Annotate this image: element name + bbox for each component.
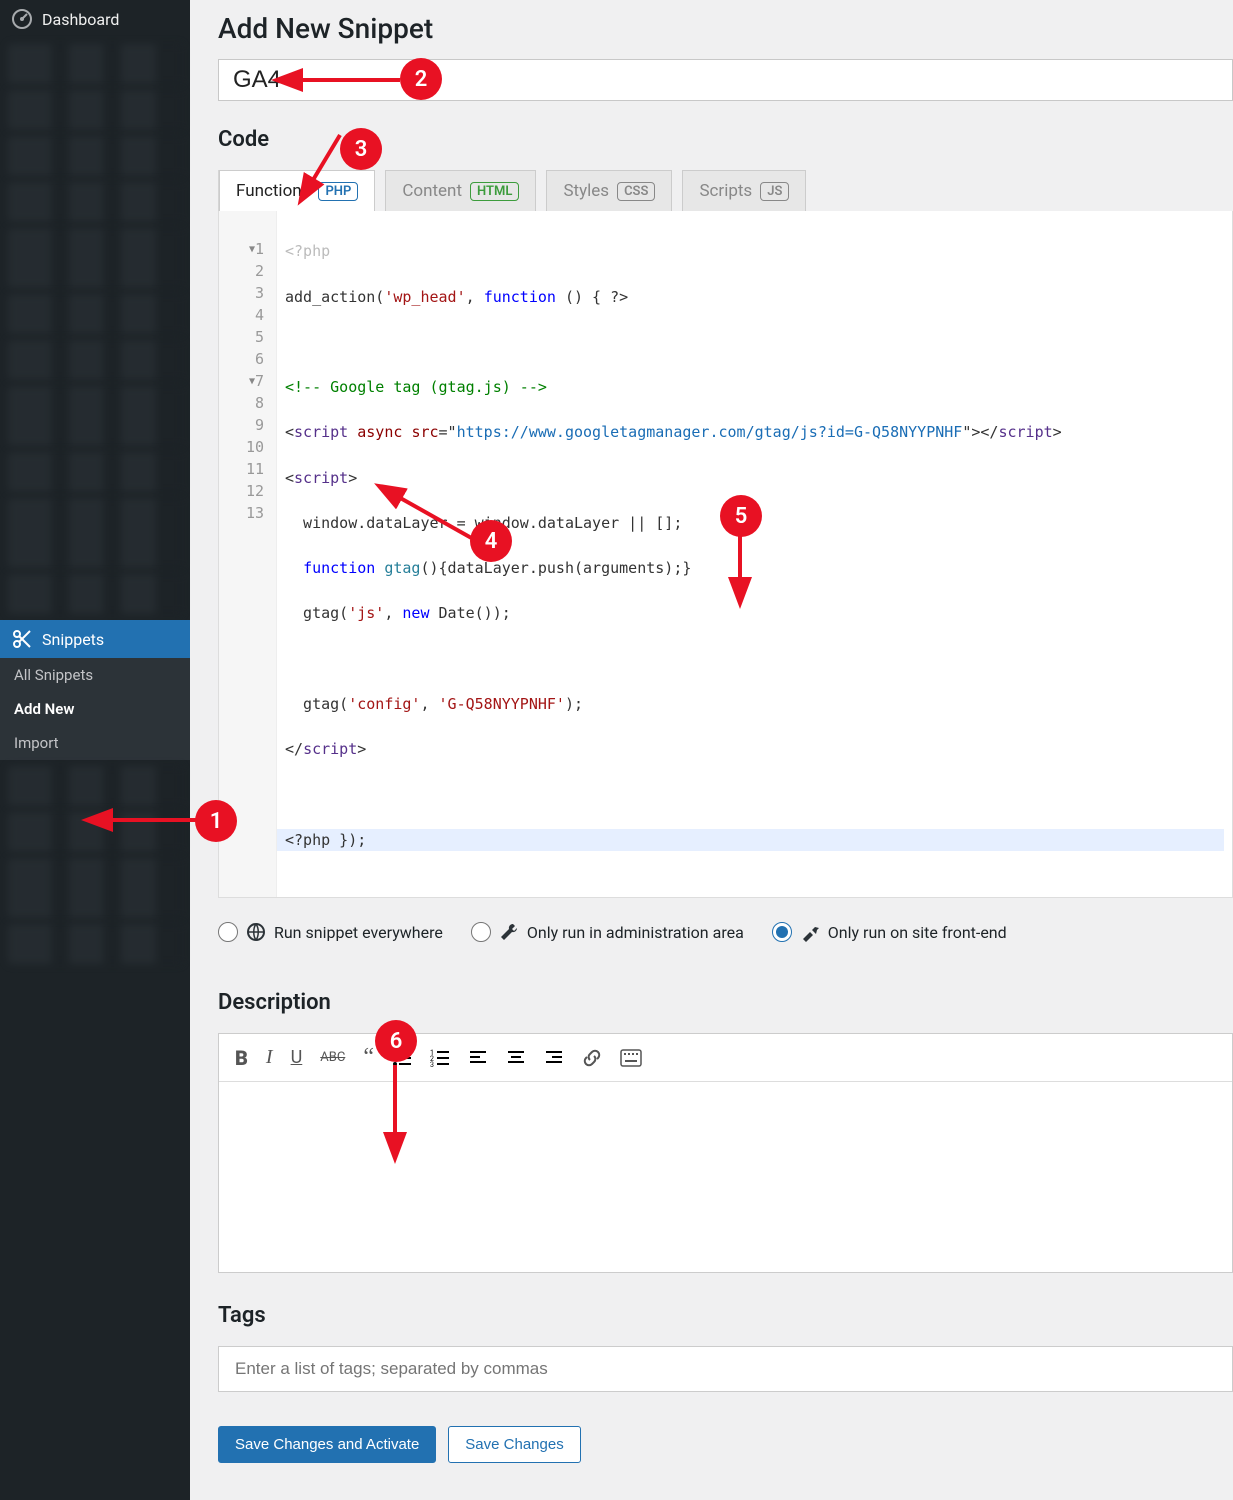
blurred-nav-item xyxy=(8,498,182,568)
tags-input-wrap xyxy=(218,1346,1233,1392)
align-right-icon[interactable] xyxy=(544,1048,564,1068)
submenu-all-snippets[interactable]: All Snippets xyxy=(0,658,190,692)
scope-options: Run snippet everywhere Only run in admin… xyxy=(218,898,1233,950)
nav-snippets[interactable]: Snippets xyxy=(0,620,190,658)
snippets-submenu: All Snippets Add New Import xyxy=(0,658,190,760)
wrench-icon xyxy=(499,922,519,942)
tab-styles[interactable]: Styles CSS xyxy=(546,170,672,211)
link-icon[interactable] xyxy=(582,1048,602,1068)
tab-styles-label: Styles xyxy=(563,181,609,201)
quote-icon[interactable]: “ xyxy=(363,1044,374,1071)
page-title: Add New Snippet xyxy=(218,12,1233,45)
scissors-icon xyxy=(12,629,32,649)
nav-dashboard[interactable]: Dashboard xyxy=(0,0,190,38)
scope-admin-radio[interactable] xyxy=(471,922,491,942)
submenu-add-new[interactable]: Add New xyxy=(0,692,190,726)
html-badge: HTML xyxy=(470,182,519,201)
scope-everywhere-radio[interactable] xyxy=(218,922,238,942)
tags-input[interactable] xyxy=(235,1359,1216,1379)
tags-heading: Tags xyxy=(218,1303,1233,1328)
blurred-nav-item xyxy=(8,812,182,852)
svg-text:3: 3 xyxy=(430,1061,434,1068)
code-type-tabs: Functions PHP Content HTML Styles CSS Sc… xyxy=(218,170,1233,211)
strikethrough-icon[interactable]: ABC xyxy=(320,1050,345,1065)
nav-dashboard-label: Dashboard xyxy=(42,10,119,29)
tab-scripts-label: Scripts xyxy=(699,181,752,201)
scope-frontend[interactable]: Only run on site front-end xyxy=(772,922,1007,942)
code-heading: Code xyxy=(218,127,1233,152)
scope-everywhere-label: Run snippet everywhere xyxy=(274,923,443,942)
align-left-icon[interactable] xyxy=(468,1048,488,1068)
numbered-list-icon[interactable]: 123 xyxy=(430,1048,450,1068)
blurred-nav-item xyxy=(8,182,182,222)
blurred-nav-item xyxy=(8,386,182,446)
scope-everywhere[interactable]: Run snippet everywhere xyxy=(218,922,443,942)
underline-icon[interactable]: U xyxy=(291,1047,303,1068)
bold-icon[interactable]: B xyxy=(235,1046,248,1070)
tab-functions[interactable]: Functions PHP xyxy=(219,170,375,211)
bullet-list-icon[interactable] xyxy=(392,1048,412,1068)
blurred-nav-item xyxy=(8,228,182,288)
scope-frontend-radio[interactable] xyxy=(772,922,792,942)
keyboard-icon[interactable] xyxy=(620,1049,642,1067)
dashboard-icon xyxy=(12,9,32,29)
js-badge: JS xyxy=(760,182,789,201)
tab-functions-label: Functions xyxy=(236,181,310,201)
scope-admin-label: Only run in administration area xyxy=(527,923,744,942)
scope-frontend-label: Only run on site front-end xyxy=(828,923,1007,942)
save-button[interactable]: Save Changes xyxy=(448,1426,580,1463)
nav-snippets-label: Snippets xyxy=(42,630,104,649)
italic-icon[interactable]: I xyxy=(266,1046,273,1069)
wysiwyg-toolbar: B I U ABC “ 123 xyxy=(219,1034,1232,1082)
tab-content-label: Content xyxy=(402,181,462,201)
action-buttons: Save Changes and Activate Save Changes xyxy=(218,1426,1233,1463)
snippet-title-wrap xyxy=(218,59,1233,101)
blurred-nav-item xyxy=(8,340,182,380)
blurred-nav-item xyxy=(8,574,182,614)
blurred-nav-item xyxy=(8,924,182,964)
css-badge: CSS xyxy=(617,182,655,201)
php-badge: PHP xyxy=(318,182,358,201)
blurred-nav-item xyxy=(8,44,182,84)
snippet-title-input[interactable] xyxy=(233,66,1218,94)
blurred-nav-item xyxy=(8,90,182,130)
tab-content[interactable]: Content HTML xyxy=(385,170,536,211)
description-editor: B I U ABC “ 123 xyxy=(218,1033,1233,1273)
blurred-nav-item xyxy=(8,136,182,176)
description-heading: Description xyxy=(218,990,1233,1015)
align-center-icon[interactable] xyxy=(506,1048,526,1068)
scope-admin[interactable]: Only run in administration area xyxy=(471,922,744,942)
editor-code-area[interactable]: <?php add_action('wp_head', function () … xyxy=(277,211,1232,897)
save-activate-button[interactable]: Save Changes and Activate xyxy=(218,1426,436,1463)
blurred-nav-item xyxy=(8,766,182,806)
hammer-icon xyxy=(800,922,820,942)
code-editor[interactable]: ▼1 234 56 ▼7 8910 111213 <?php add_actio… xyxy=(218,211,1233,898)
blurred-nav-item xyxy=(8,452,182,492)
tab-scripts[interactable]: Scripts JS xyxy=(682,170,806,211)
admin-sidebar: Dashboard Snippets All Snippets Add New … xyxy=(0,0,190,1500)
globe-icon xyxy=(246,922,266,942)
submenu-import[interactable]: Import xyxy=(0,726,190,760)
blurred-nav-item xyxy=(8,858,182,918)
blurred-nav-item xyxy=(8,294,182,334)
description-textarea[interactable] xyxy=(219,1082,1232,1272)
main-content: Add New Snippet Code Functions PHP Conte… xyxy=(190,0,1233,1500)
editor-gutter: ▼1 234 56 ▼7 8910 111213 xyxy=(219,211,277,897)
